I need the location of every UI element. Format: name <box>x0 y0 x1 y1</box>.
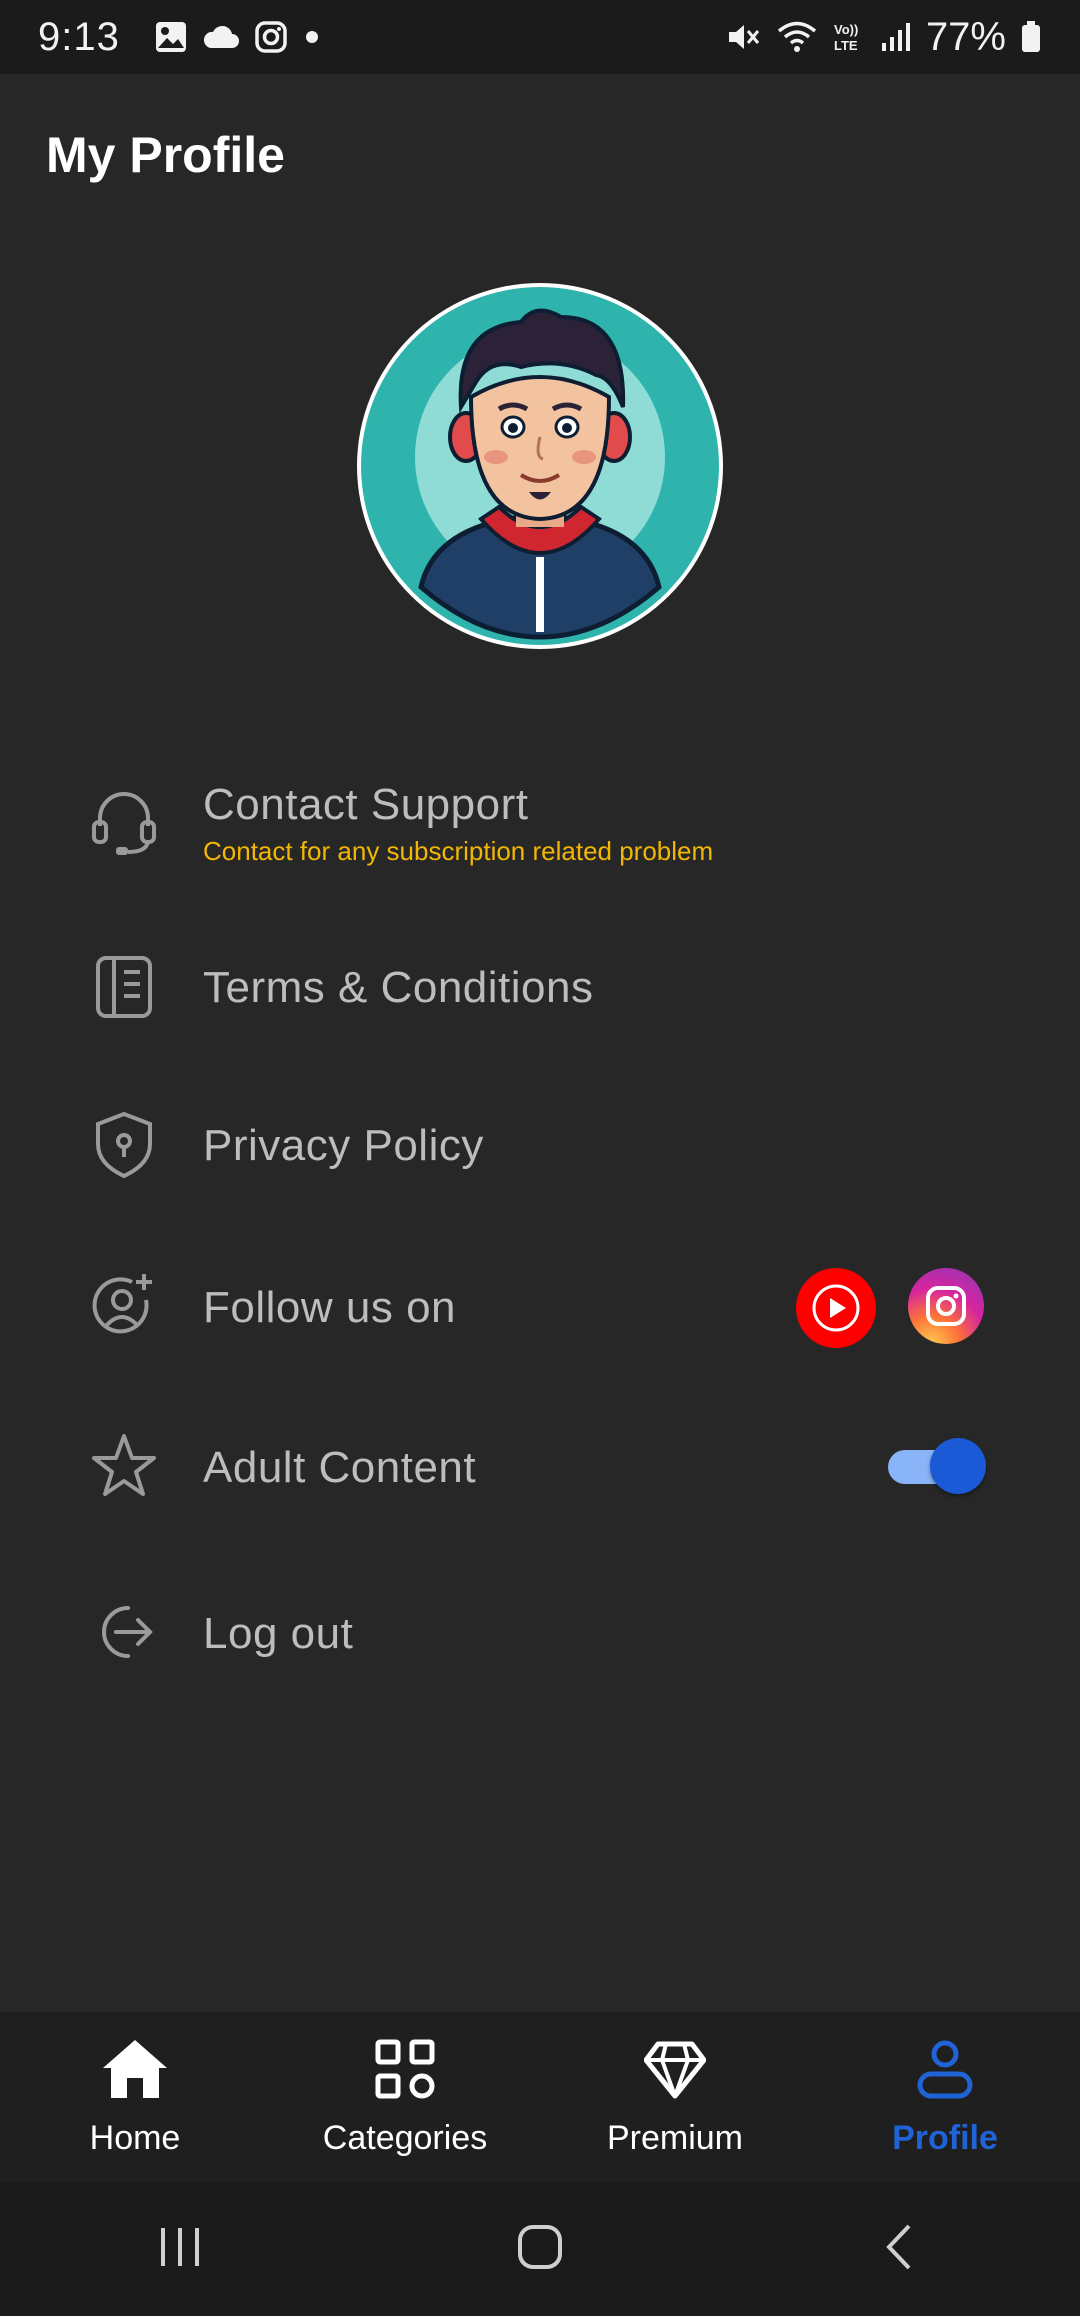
avatar[interactable] <box>357 283 723 649</box>
logout-label: Log out <box>203 1609 354 1658</box>
mute-icon <box>726 20 762 54</box>
gallery-icon <box>154 20 188 54</box>
cloud-icon <box>202 24 240 50</box>
menu-item-follow: Follow us on <box>0 1268 1080 1390</box>
svg-text:Vo)): Vo)) <box>834 22 858 37</box>
back-icon[interactable] <box>875 2222 925 2277</box>
shield-icon <box>88 1108 160 1180</box>
star-icon <box>88 1430 160 1502</box>
svg-text:LTE: LTE <box>834 38 858 53</box>
page-title: My Profile <box>46 127 285 183</box>
toggle-knob <box>930 1438 986 1494</box>
recent-apps-icon[interactable] <box>155 2222 205 2277</box>
dot-icon <box>302 27 322 47</box>
wifi-icon <box>776 20 818 54</box>
user-plus-icon <box>88 1270 160 1342</box>
menu-item-logout[interactable]: Log out <box>0 1596 1080 1716</box>
menu-item-contact-support[interactable]: Contact Support Contact for any subscrip… <box>0 780 1080 900</box>
instagram-icon[interactable] <box>908 1268 984 1344</box>
headset-icon <box>88 786 160 858</box>
signal-icon <box>880 21 912 53</box>
nav-categories-label: Categories <box>322 2119 488 2157</box>
logout-icon <box>88 1596 160 1668</box>
menu-item-adult-content: Adult Content <box>0 1430 1080 1550</box>
categories-icon <box>374 2038 436 2105</box>
avatar-illustration <box>361 287 719 645</box>
instagram-icon <box>254 20 288 54</box>
status-bar: 9:13 Vo)) LTE 77% <box>0 0 1080 74</box>
terms-label: Terms & Conditions <box>203 963 594 1012</box>
battery-icon <box>1020 20 1042 54</box>
status-time: 9:13 <box>38 14 120 59</box>
adult-content-toggle[interactable] <box>888 1438 986 1494</box>
contact-support-label: Contact Support <box>203 780 529 829</box>
nav-profile-label: Profile <box>892 2119 998 2157</box>
youtube-icon[interactable] <box>796 1268 876 1348</box>
nav-home-label: Home <box>89 2119 181 2157</box>
system-nav-bar <box>0 2182 1080 2316</box>
nav-home[interactable]: Home <box>0 2012 270 2182</box>
nav-premium-label: Premium <box>606 2119 744 2157</box>
diamond-icon <box>643 2038 707 2105</box>
document-icon <box>88 950 160 1022</box>
nav-profile[interactable]: Profile <box>810 2012 1080 2182</box>
bottom-nav: Home Categories Premium Profile <box>0 2012 1080 2182</box>
privacy-label: Privacy Policy <box>203 1121 484 1170</box>
menu-item-terms[interactable]: Terms & Conditions <box>0 950 1080 1070</box>
nav-premium[interactable]: Premium <box>540 2012 810 2182</box>
nav-categories[interactable]: Categories <box>270 2012 540 2182</box>
follow-label: Follow us on <box>203 1283 457 1332</box>
menu-item-privacy[interactable]: Privacy Policy <box>0 1108 1080 1228</box>
volte-icon: Vo)) LTE <box>832 20 866 54</box>
home-button-icon[interactable] <box>515 2222 565 2277</box>
battery-percent: 77% <box>925 14 1006 59</box>
profile-icon <box>914 2038 976 2105</box>
contact-support-subtitle: Contact for any subscription related pro… <box>203 836 714 866</box>
adult-content-label: Adult Content <box>203 1443 477 1492</box>
home-icon <box>101 2038 169 2105</box>
